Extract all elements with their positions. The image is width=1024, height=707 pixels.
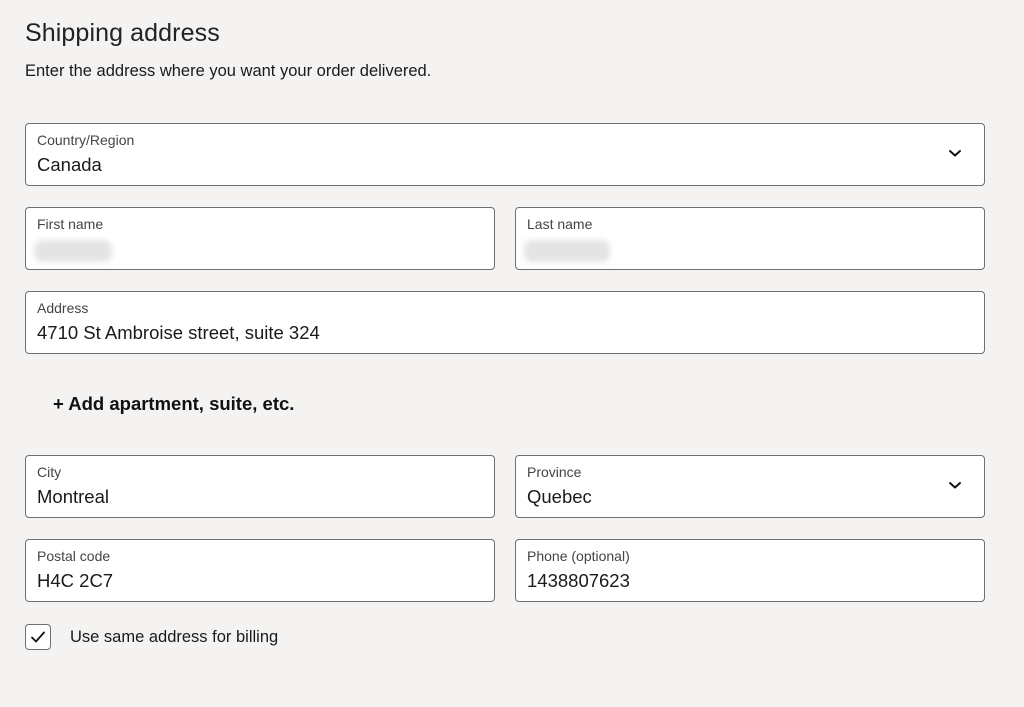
city-field[interactable]: City Montreal [25, 455, 495, 518]
country-value: Canada [37, 154, 102, 175]
checkmark-icon [31, 631, 45, 643]
first-name-field[interactable]: First name [25, 207, 495, 270]
add-apartment-link[interactable]: + Add apartment, suite, etc. [53, 393, 294, 415]
city-label: City [37, 464, 62, 480]
province-select[interactable]: Province Quebec [515, 455, 985, 518]
redacted-last-name [524, 240, 610, 262]
address-label: Address [37, 300, 89, 316]
chevron-down-icon [949, 150, 961, 157]
phone-field[interactable]: Phone (optional) 1438807623 [515, 539, 985, 602]
billing-checkbox-row[interactable]: Use same address for billing [25, 624, 278, 650]
billing-checkbox-label: Use same address for billing [70, 627, 279, 646]
province-value: Quebec [527, 486, 592, 507]
page-title: Shipping address [25, 19, 220, 47]
postal-code-field[interactable]: Postal code H4C 2C7 [25, 539, 495, 602]
page-subtitle: Enter the address where you want your or… [25, 62, 432, 80]
city-value: Montreal [37, 486, 109, 507]
postal-code-value: H4C 2C7 [37, 570, 114, 591]
phone-value: 1438807623 [527, 570, 630, 591]
billing-checkbox[interactable] [25, 624, 51, 650]
last-name-field[interactable]: Last name [515, 207, 985, 270]
redacted-first-name [34, 240, 112, 262]
postal-code-label: Postal code [37, 548, 111, 564]
country-label: Country/Region [37, 132, 135, 148]
address-field[interactable]: Address 4710 St Ambroise street, suite 3… [25, 291, 985, 354]
chevron-down-icon [949, 482, 961, 489]
province-label: Province [527, 464, 582, 480]
phone-label: Phone (optional) [527, 548, 630, 564]
shipping-address-form: Shipping address Enter the address where… [0, 0, 1024, 707]
address-value: 4710 St Ambroise street, suite 324 [37, 322, 320, 343]
first-name-label: First name [37, 216, 104, 232]
last-name-label: Last name [527, 216, 593, 232]
country-select[interactable]: Country/Region Canada [25, 123, 985, 186]
